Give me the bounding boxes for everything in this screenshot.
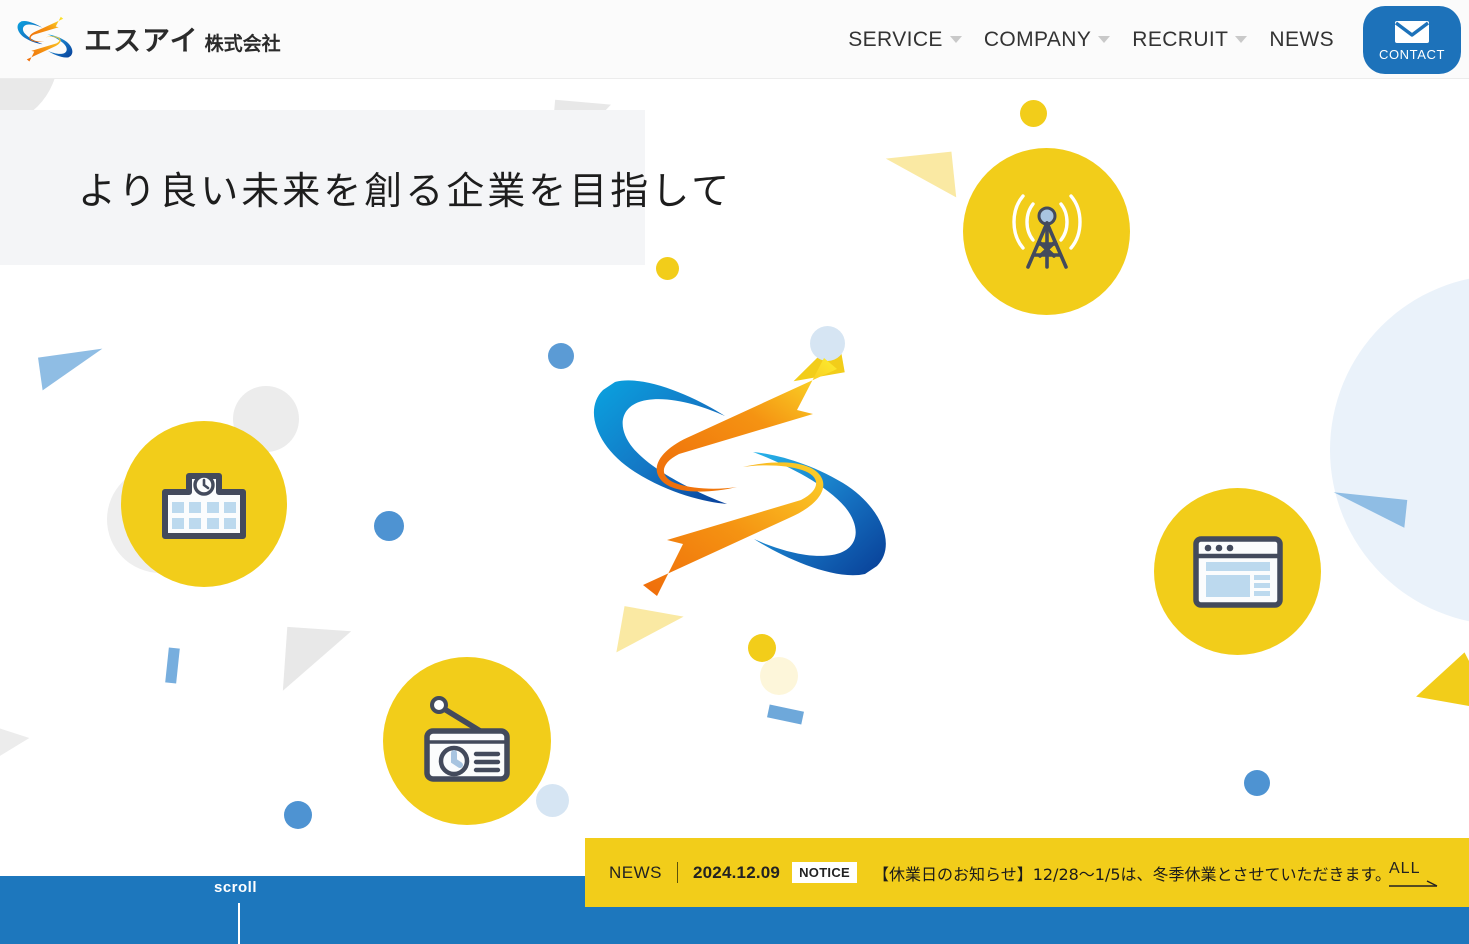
page-title: より良い未来を創る企業を目指して [78, 169, 733, 213]
browser-window-icon [1192, 535, 1283, 608]
decorative-triangle-yellow-2 [1416, 645, 1469, 711]
company-s-mark-icon [17, 16, 73, 62]
decorative-dot-lightblue-2 [536, 784, 569, 817]
decorative-triangle-gray-3 [0, 719, 30, 805]
decorative-bar-blue-1 [165, 647, 180, 684]
news-category-badge: NOTICE [792, 862, 858, 883]
decorative-bar-blue-2 [767, 704, 804, 725]
decorative-circle-lightblue-large [1330, 275, 1469, 625]
main-navigation: SERVICE COMPANY RECRUIT NEWS [837, 0, 1345, 79]
logo-kana-text: エスアイ [84, 24, 199, 57]
chevron-down-icon [949, 36, 962, 43]
bubble-antenna-tower [963, 148, 1130, 315]
nav-item-news[interactable]: NEWS [1258, 28, 1345, 52]
site-header: エスアイ 株式会社 SERVICE COMPANY RECRUIT NEWS C… [0, 0, 1469, 79]
chevron-down-icon [1098, 36, 1111, 43]
homepage-root: より良い未来を創る企業を目指して scroll NEWS 2024.12.09 … [0, 0, 1469, 944]
radio-receiver-icon [424, 696, 510, 782]
scroll-label: scroll [214, 879, 258, 896]
nav-item-recruit[interactable]: RECRUIT [1121, 28, 1258, 52]
decorative-triangle-blue-1 [38, 348, 107, 391]
contact-button[interactable]: CONTACT [1363, 6, 1461, 74]
nav-label-news: NEWS [1269, 27, 1334, 51]
news-all-link[interactable]: ALL [1389, 860, 1439, 890]
decorative-dot-blue-4 [1244, 770, 1270, 796]
decorative-triangle-paleyellow-2 [616, 606, 684, 663]
contact-button-label: CONTACT [1378, 46, 1446, 62]
decorative-dot-blue-1 [548, 343, 574, 369]
nav-label-service: SERVICE [848, 27, 943, 51]
news-ticker[interactable]: NEWS 2024.12.09 NOTICE 【休業日のお知らせ】12/28〜1… [585, 838, 1469, 907]
scroll-line [238, 903, 240, 944]
decorative-triangle-gray-2 [282, 626, 352, 696]
nav-item-service[interactable]: SERVICE [837, 28, 973, 52]
bubble-school-building [121, 421, 287, 587]
envelope-icon [1394, 20, 1430, 43]
school-building-icon [162, 473, 246, 539]
bubble-browser-window [1154, 488, 1321, 655]
arrow-right-icon [1389, 880, 1438, 887]
decorative-dot-paleyellow [760, 657, 798, 695]
center-s-logo [593, 358, 886, 596]
news-date: 2024.12.09 [693, 862, 781, 882]
decorative-dot-blue-2 [374, 511, 404, 541]
news-divider [677, 862, 678, 883]
decorative-dot-yellow-2 [656, 257, 679, 280]
hero-heading-panel: より良い未来を創る企業を目指して [0, 110, 729, 265]
hero-section: より良い未来を創る企業を目指して [0, 79, 1469, 876]
decorative-dot-blue-3 [284, 801, 312, 829]
nav-label-company: COMPANY [983, 27, 1092, 51]
news-tag-label: NEWS [609, 862, 662, 882]
decorative-triangle-paleyellow-1 [885, 151, 957, 205]
bubble-radio-receiver [383, 657, 551, 825]
nav-item-company[interactable]: COMPANY [973, 28, 1121, 52]
antenna-tower-icon [1011, 193, 1082, 269]
chevron-down-icon [1235, 36, 1248, 43]
logo-suffix-text: 株式会社 [204, 33, 281, 55]
news-all-label: ALL [1389, 860, 1421, 877]
site-logo[interactable]: エスアイ 株式会社 [14, 8, 281, 70]
nav-label-recruit: RECRUIT [1132, 27, 1229, 51]
decorative-dot-yellow-1 [1020, 100, 1047, 127]
news-headline[interactable]: 【休業日のお知らせ】12/28〜1/5は、冬季休業とさせていただきます。 [873, 861, 1391, 885]
